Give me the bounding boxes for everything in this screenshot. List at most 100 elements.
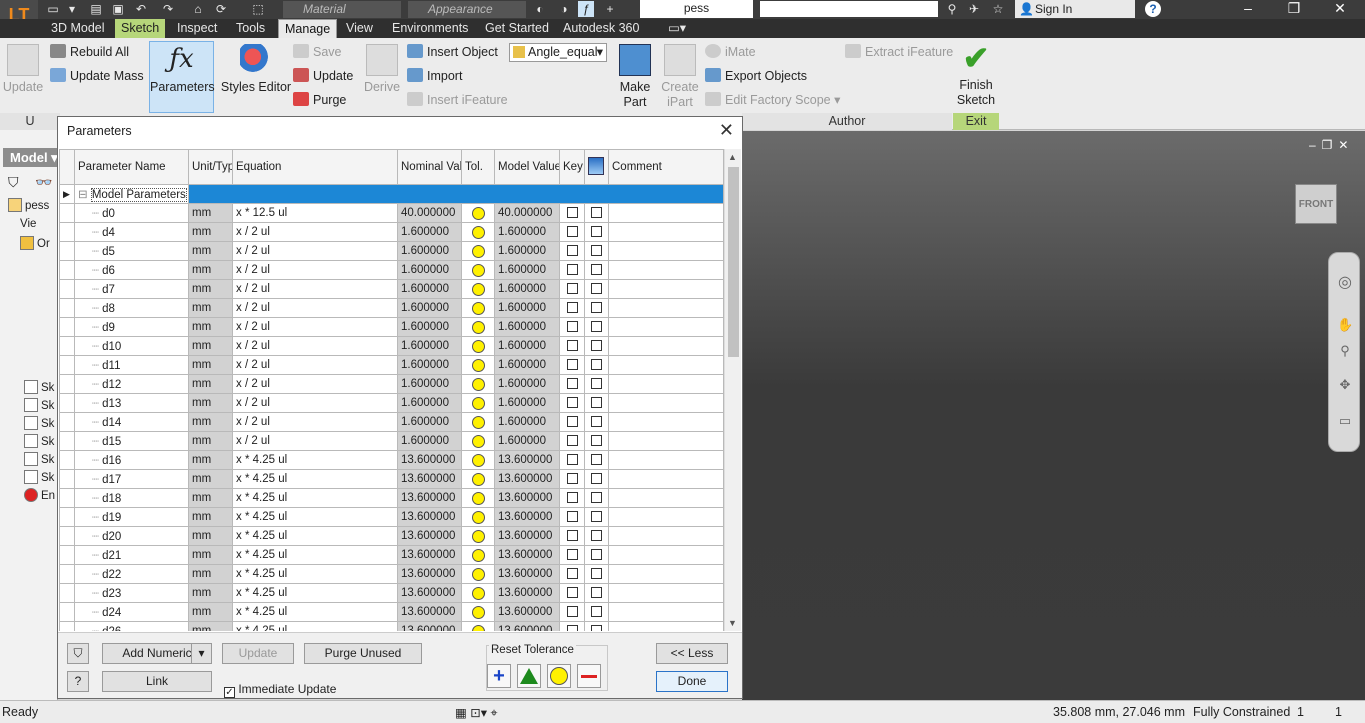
key-checkbox[interactable]	[566, 492, 578, 503]
tolerance-cell[interactable]	[461, 279, 495, 299]
find-icon[interactable]: 👓	[35, 174, 52, 191]
comment-cell[interactable]	[608, 602, 724, 622]
tolerance-cell[interactable]	[461, 241, 495, 261]
viewport-controls[interactable]: –❐✕	[1309, 138, 1355, 152]
parameter-row[interactable]: ┈ d10 mm x / 2 ul 1.600000 1.600000	[59, 336, 724, 356]
create-ipart-button[interactable]: Create iPart	[660, 44, 700, 110]
parameter-row[interactable]: ┈ d11 mm x / 2 ul 1.600000 1.600000	[59, 355, 724, 375]
minimize-button[interactable]: –	[1225, 0, 1271, 18]
tolerance-circle-icon[interactable]	[471, 434, 485, 448]
browser-item-end[interactable]: En	[24, 488, 55, 502]
export-cell[interactable]	[584, 412, 609, 432]
tolerance-cell[interactable]	[461, 374, 495, 394]
unit-cell[interactable]: mm	[188, 564, 233, 584]
parameter-name-cell[interactable]: ┈ d14	[74, 412, 189, 432]
equation-cell[interactable]: x * 4.25 ul	[232, 545, 398, 565]
comment-cell[interactable]	[608, 412, 724, 432]
add-icon[interactable]: +	[602, 1, 618, 17]
tolerance-circle-icon[interactable]	[471, 339, 485, 353]
comment-cell[interactable]	[608, 526, 724, 546]
equation-cell[interactable]: x * 4.25 ul	[232, 450, 398, 470]
save-icon[interactable]: ▣	[110, 1, 126, 17]
export-checkbox[interactable]	[591, 625, 602, 631]
key-checkbox[interactable]	[566, 283, 578, 294]
tab-sketch[interactable]: Sketch	[115, 19, 166, 38]
browser-root-item[interactable]: pess	[8, 198, 49, 212]
clear-appearance-icon[interactable]: ◐	[532, 1, 548, 17]
column-header-export-icon[interactable]	[584, 149, 609, 185]
key-checkbox[interactable]	[566, 302, 578, 313]
browser-item-sketch[interactable]: Sk	[24, 416, 54, 430]
key-cell[interactable]	[559, 450, 585, 470]
scroll-down-icon[interactable]: ▼	[728, 618, 737, 628]
tab-get-started[interactable]: Get Started	[479, 19, 555, 38]
group-row[interactable]: ▶ ⊟ Model Parameters	[59, 184, 724, 204]
comment-cell[interactable]	[608, 355, 724, 375]
tolerance-cell[interactable]	[461, 507, 495, 527]
filter-button[interactable]: ⛉	[67, 643, 89, 664]
unit-cell[interactable]: mm	[188, 317, 233, 337]
tolerance-circle-icon[interactable]	[471, 624, 485, 631]
make-part-button[interactable]: Make Part	[616, 44, 654, 110]
update-button[interactable]: Update	[222, 643, 294, 664]
key-checkbox[interactable]	[566, 207, 578, 218]
equation-cell[interactable]: x * 4.25 ul	[232, 564, 398, 584]
export-checkbox[interactable]	[591, 283, 602, 294]
equation-cell[interactable]: x * 4.25 ul	[232, 621, 398, 631]
parameter-name-cell[interactable]: ┈ d24	[74, 602, 189, 622]
tolerance-cell[interactable]	[461, 260, 495, 280]
graphics-window[interactable]	[742, 131, 1365, 700]
update-qa-icon[interactable]: ⟳	[213, 1, 229, 17]
viewcube[interactable]: FRONT	[1295, 184, 1337, 224]
export-checkbox[interactable]	[591, 226, 602, 237]
tolerance-circle-icon[interactable]	[471, 358, 485, 372]
comment-cell[interactable]	[608, 564, 724, 584]
unit-cell[interactable]: mm	[188, 412, 233, 432]
export-checkbox[interactable]	[591, 492, 602, 503]
parameter-name-cell[interactable]: ┈ d18	[74, 488, 189, 508]
tab-inspect[interactable]: Inspect	[171, 19, 223, 38]
tolerance-circle-icon[interactable]	[471, 586, 485, 600]
unit-cell[interactable]: mm	[188, 469, 233, 489]
unit-cell[interactable]: mm	[188, 621, 233, 631]
tolerance-cell[interactable]	[461, 355, 495, 375]
comment-cell[interactable]	[608, 279, 724, 299]
key-cell[interactable]	[559, 355, 585, 375]
export-checkbox[interactable]	[591, 207, 602, 218]
equation-cell[interactable]: x / 2 ul	[232, 431, 398, 451]
grid-scrollbar[interactable]: ▲ ▼	[724, 149, 741, 631]
equation-cell[interactable]: x * 4.25 ul	[232, 469, 398, 489]
key-checkbox[interactable]	[566, 454, 578, 465]
equation-cell[interactable]: x * 12.5 ul	[232, 203, 398, 223]
insert-object-button[interactable]: Insert Object	[407, 44, 498, 59]
tolerance-cell[interactable]	[461, 393, 495, 413]
export-cell[interactable]	[584, 374, 609, 394]
column-header-key[interactable]: Key	[559, 149, 585, 185]
equation-cell[interactable]: x / 2 ul	[232, 393, 398, 413]
parameter-name-cell[interactable]: ┈ d26	[74, 621, 189, 631]
column-header-comment[interactable]: Comment	[608, 149, 724, 185]
parameter-row[interactable]: ┈ d0 mm x * 12.5 ul 40.000000 40.000000	[59, 203, 724, 223]
parameter-row[interactable]: ┈ d15 mm x / 2 ul 1.600000 1.600000	[59, 431, 724, 451]
comment-cell[interactable]	[608, 260, 724, 280]
browser-item-sketch[interactable]: Sk	[24, 452, 54, 466]
column-header-equation[interactable]: Equation	[232, 149, 398, 185]
key-checkbox[interactable]	[566, 378, 578, 389]
equation-cell[interactable]: x * 4.25 ul	[232, 583, 398, 603]
tolerance-circle-icon[interactable]	[471, 510, 485, 524]
key-cell[interactable]	[559, 469, 585, 489]
browser-item-sketch[interactable]: Sk	[24, 470, 54, 484]
key-cell[interactable]	[559, 564, 585, 584]
insert-ifeature-button[interactable]: Insert iFeature	[407, 92, 508, 107]
edit-factory-scope-button[interactable]: Edit Factory Scope ▾	[705, 92, 840, 107]
export-checkbox[interactable]	[591, 416, 602, 427]
tolerance-circle-icon[interactable]	[471, 548, 485, 562]
column-header-tolerance[interactable]: Tol.	[461, 149, 495, 185]
equation-cell[interactable]: x * 4.25 ul	[232, 507, 398, 527]
key-cell[interactable]	[559, 203, 585, 223]
tab-tools[interactable]: Tools	[230, 19, 271, 38]
less-button[interactable]: << Less	[656, 643, 728, 664]
help-search-input[interactable]	[760, 1, 938, 17]
key-cell[interactable]	[559, 336, 585, 356]
tolerance-circle-icon[interactable]	[471, 263, 485, 277]
